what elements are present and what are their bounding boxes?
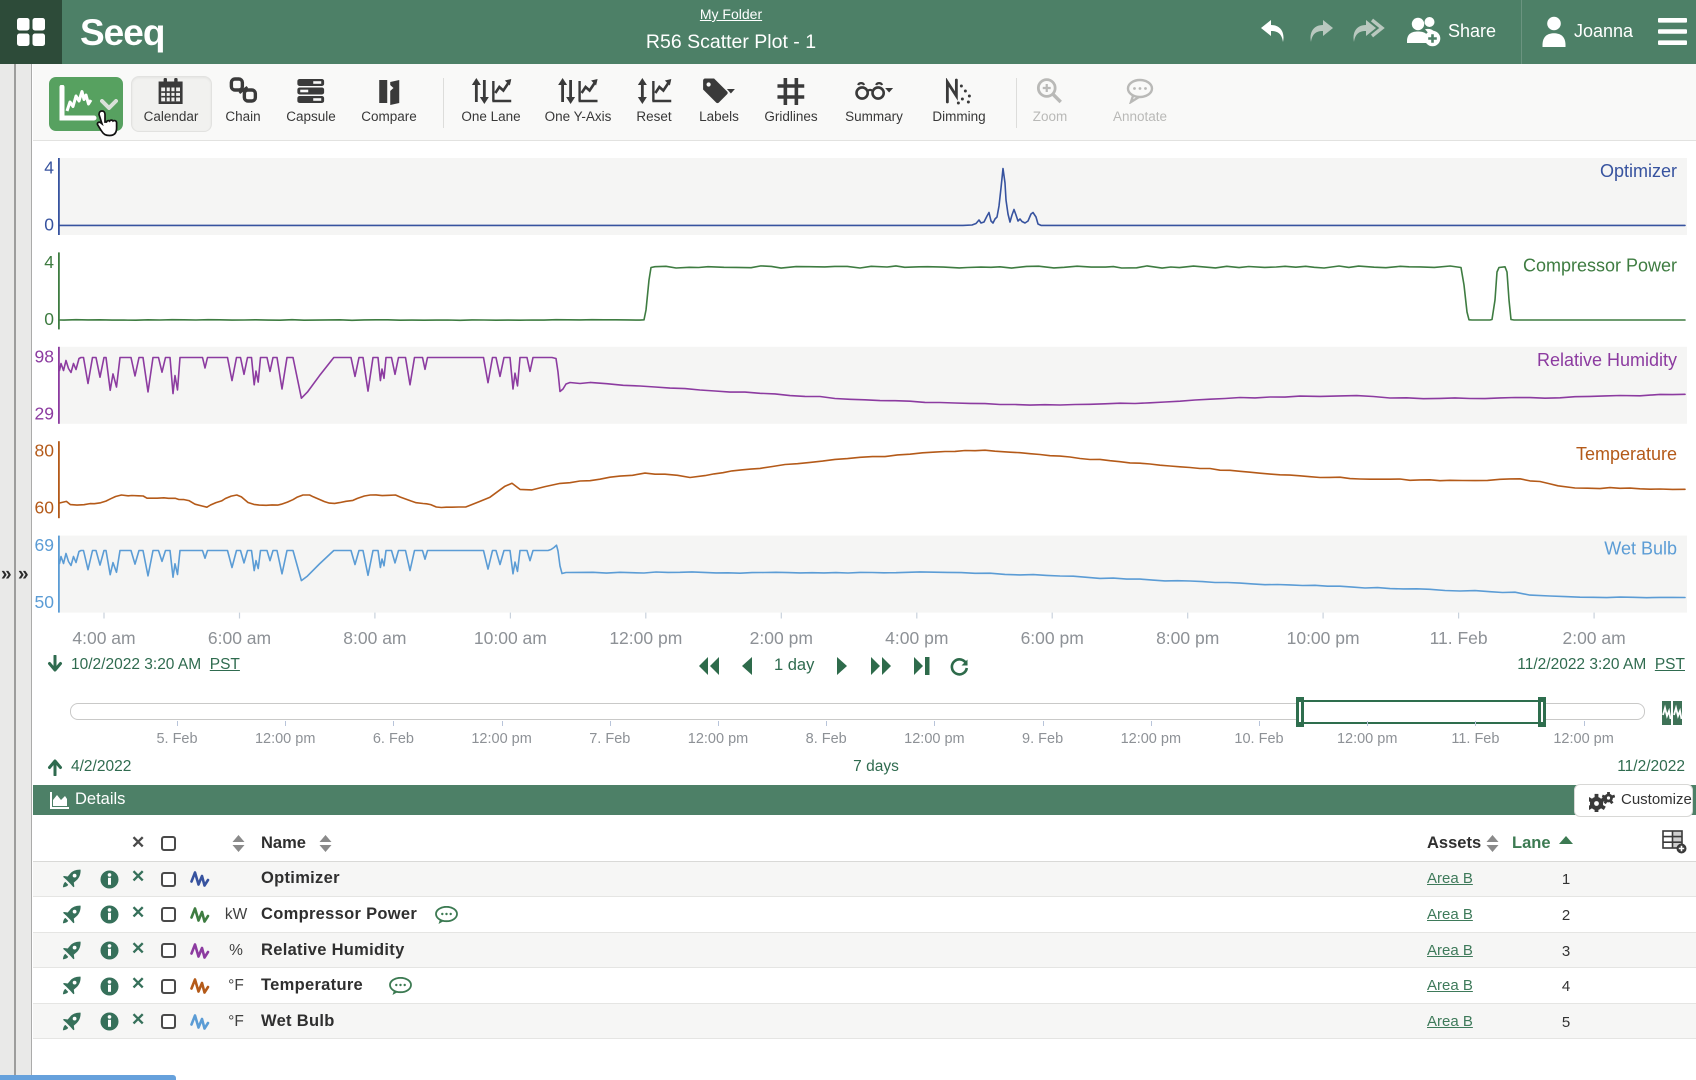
svg-text:Optimizer: Optimizer [1600,161,1677,181]
svg-text:11. Feb: 11. Feb [1430,628,1488,648]
svg-text:0: 0 [44,215,54,235]
svg-text:2:00 pm: 2:00 pm [750,628,813,648]
svg-text:Compressor Power: Compressor Power [1523,255,1677,275]
svg-text:29: 29 [35,403,54,423]
svg-text:69: 69 [35,535,54,555]
svg-text:98: 98 [35,346,54,366]
svg-text:4: 4 [44,158,54,178]
svg-text:80: 80 [35,441,55,461]
svg-text:8:00 am: 8:00 am [343,628,406,648]
svg-text:Relative Humidity: Relative Humidity [1537,350,1677,370]
svg-text:10:00 pm: 10:00 pm [1287,628,1360,648]
svg-text:Temperature: Temperature [1576,444,1677,464]
svg-text:4:00 pm: 4:00 pm [885,628,948,648]
svg-text:2:00 am: 2:00 am [1562,628,1625,648]
svg-text:8:00 pm: 8:00 pm [1156,628,1219,648]
svg-text:4: 4 [44,252,54,272]
svg-text:50: 50 [35,592,55,612]
svg-text:Wet Bulb: Wet Bulb [1604,539,1677,559]
svg-text:4:00 am: 4:00 am [72,628,135,648]
svg-text:12:00 pm: 12:00 pm [609,628,682,648]
svg-text:0: 0 [44,309,54,329]
svg-text:6:00 am: 6:00 am [208,628,271,648]
svg-text:10:00 am: 10:00 am [474,628,547,648]
svg-text:60: 60 [35,498,55,518]
svg-text:6:00 pm: 6:00 pm [1021,628,1084,648]
